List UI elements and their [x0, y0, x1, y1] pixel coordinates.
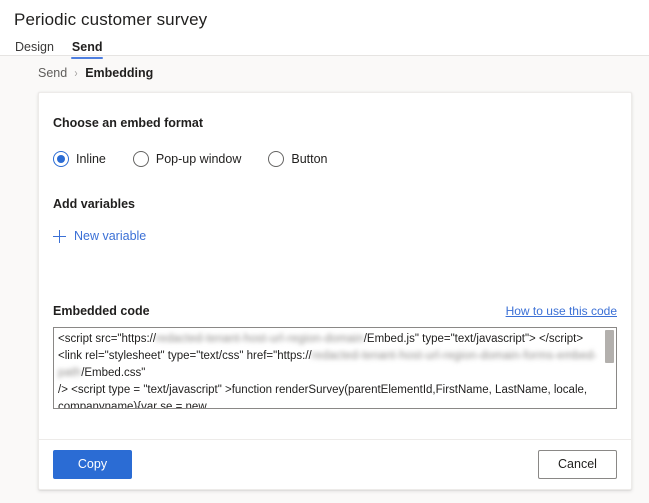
radio-mark-inline: [53, 151, 69, 167]
copy-button[interactable]: Copy: [53, 450, 132, 479]
embed-format-label: Choose an embed format: [53, 116, 204, 130]
add-variables-section: Add variables New variable: [53, 196, 617, 248]
new-variable-label: New variable: [74, 229, 147, 243]
embedding-card: Choose an embed format Inline Pop-up win…: [38, 92, 632, 490]
embedded-code-content: <script src="https://redacted-tenant-hos…: [54, 328, 616, 409]
breadcrumb-item-embedding: Embedding: [85, 65, 154, 80]
code-line-1-redacted-url: redacted-tenant-host-url-region-domain: [156, 332, 364, 345]
tab-design[interactable]: Design: [14, 40, 55, 59]
code-line-1-pre: <script src="https://: [58, 332, 157, 345]
embedded-code-textarea[interactable]: <script src="https://redacted-tenant-hos…: [53, 326, 617, 409]
breadcrumb: Send › Embedding: [0, 56, 649, 89]
embedded-code-header: Embedded code How to use this code: [53, 303, 617, 319]
radio-option-button[interactable]: Button: [268, 151, 328, 167]
breadcrumb-item-send[interactable]: Send: [38, 66, 67, 80]
chevron-right-icon: ›: [74, 65, 78, 80]
cancel-button[interactable]: Cancel: [538, 450, 617, 479]
radio-mark-popup-window: [132, 151, 149, 167]
embedded-code-label: Embedded code: [53, 303, 150, 318]
how-to-use-this-code-link[interactable]: How to use this code: [506, 304, 617, 318]
tabstrip: Design Send: [14, 37, 635, 59]
card-body: Choose an embed format Inline Pop-up win…: [39, 93, 631, 439]
new-variable-button[interactable]: New variable: [53, 228, 146, 244]
plus-icon: [53, 229, 66, 243]
radio-option-popup-window[interactable]: Pop-up window: [132, 151, 242, 167]
card-footer: Copy Cancel: [39, 439, 631, 489]
code-line-2-pre: <link rel="stylesheet" type="text/css" h…: [58, 349, 312, 362]
radio-option-inline[interactable]: Inline: [53, 151, 106, 167]
radio-label-inline: Inline: [76, 152, 106, 166]
radio-mark-button: [268, 151, 285, 167]
page-title: Periodic customer survey: [14, 10, 208, 29]
embedded-code-scrollbar[interactable]: [603, 327, 616, 408]
radio-label-button: Button: [291, 152, 328, 166]
tab-send[interactable]: Send: [70, 40, 104, 59]
app-header: Periodic customer survey Design Send: [0, 0, 649, 59]
code-line-2-post: /Embed.css": [81, 366, 146, 379]
code-line-3: /> <script type = "text/javascript" >fun…: [58, 383, 591, 409]
add-variables-label: Add variables: [53, 197, 135, 211]
embedded-code-scroll-thumb[interactable]: [605, 329, 614, 363]
radio-label-popup-window: Pop-up window: [155, 152, 242, 166]
embedded-code-section: Embedded code How to use this code <scri…: [53, 303, 617, 409]
code-line-1-post: /Embed.js" type="text/javascript"> </scr…: [363, 332, 584, 345]
embed-format-radio-group: Inline Pop-up window Button: [53, 151, 617, 167]
